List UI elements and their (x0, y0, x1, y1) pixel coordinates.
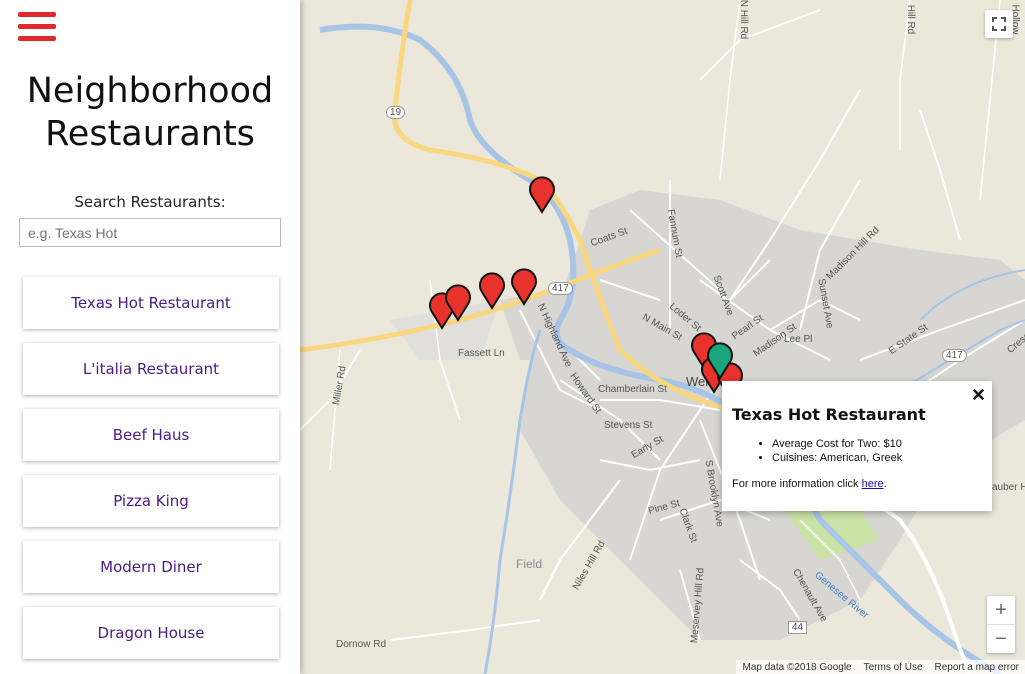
fullscreen-glyph (992, 17, 1006, 31)
restaurant-button-texas-hot[interactable]: Texas Hot Restaurant (23, 277, 279, 329)
fullscreen-icon[interactable] (985, 10, 1013, 38)
restaurant-button-litalia[interactable]: L'italia Restaurant (23, 343, 279, 395)
info-more-suffix: . (883, 478, 887, 490)
restaurant-button-beef-haus[interactable]: Beef Haus (23, 409, 279, 461)
menu-bar (18, 24, 56, 29)
restaurant-button-pizza-king[interactable]: Pizza King (23, 475, 279, 527)
zoom-in-button[interactable]: + (987, 596, 1015, 624)
street-label: Fassett Ln (458, 348, 505, 359)
street-label: Lee Pl (784, 334, 813, 345)
restaurant-button-dragon-house[interactable]: Dragon House (23, 607, 279, 659)
map[interactable]: 19 417 417 44 Coats St Fassett Ln N High… (300, 0, 1025, 674)
restaurant-button-modern-diner[interactable]: Modern Diner (23, 541, 279, 593)
route-44-shield: 44 (788, 621, 808, 634)
report-error-link[interactable]: Report a map error (935, 662, 1019, 673)
field-label: Field (516, 557, 543, 571)
zoom-control: + − (987, 596, 1015, 653)
street-label: N Hill Rd (738, 0, 750, 40)
restaurant-marker[interactable] (444, 284, 472, 322)
street-label: Hill Rd (905, 4, 917, 35)
info-more-link[interactable]: here (862, 478, 884, 490)
map-data-credit: Map data ©2018 Google (742, 661, 852, 673)
menu-bar (18, 36, 56, 41)
info-more-prefix: For more information click (732, 478, 862, 490)
restaurant-marker[interactable] (478, 272, 506, 310)
menu-bar (18, 12, 56, 17)
route-417-shield: 417 (548, 282, 573, 295)
map-attribution: Map data ©2018 Google Terms of Use Repor… (736, 660, 1025, 674)
search-label: Search Restaurants: (74, 193, 226, 211)
title-line-1: Neighborhood (26, 71, 274, 111)
sidebar: Neighborhood Restaurants Search Restaura… (0, 0, 300, 674)
info-more-text: For more information click here. (732, 478, 887, 490)
info-detail-cuisines: Cuisines: American, Greek (772, 451, 902, 465)
selected-restaurant-marker[interactable] (706, 342, 734, 380)
title-line-2: Restaurants (45, 114, 255, 154)
street-label: Dornow Rd (336, 639, 387, 650)
info-detail-cost: Average Cost for Two: $10 (772, 437, 902, 451)
restaurant-list: Texas Hot Restaurant L'italia Restaurant… (23, 277, 279, 673)
route-417-shield-east: 417 (942, 349, 967, 362)
info-window: Texas Hot Restaurant ✕ Average Cost for … (722, 381, 992, 511)
hamburger-menu-icon[interactable] (18, 10, 56, 44)
restaurant-marker[interactable] (528, 176, 556, 214)
zoom-out-button[interactable]: − (987, 625, 1015, 653)
page-title: Neighborhood Restaurants (0, 70, 300, 156)
route-19-shield: 19 (386, 106, 406, 119)
street-label: auber Hwy (992, 482, 1025, 493)
street-label: Stevens St (604, 420, 653, 431)
info-window-title: Texas Hot Restaurant (732, 405, 926, 424)
close-icon[interactable]: ✕ (971, 385, 986, 406)
street-label: Chamberlain St (598, 384, 667, 395)
restaurant-marker[interactable] (510, 268, 538, 306)
terms-link[interactable]: Terms of Use (864, 662, 923, 673)
search-input[interactable] (19, 218, 281, 247)
info-details-list: Average Cost for Two: $10 Cuisines: Amer… (732, 437, 902, 465)
